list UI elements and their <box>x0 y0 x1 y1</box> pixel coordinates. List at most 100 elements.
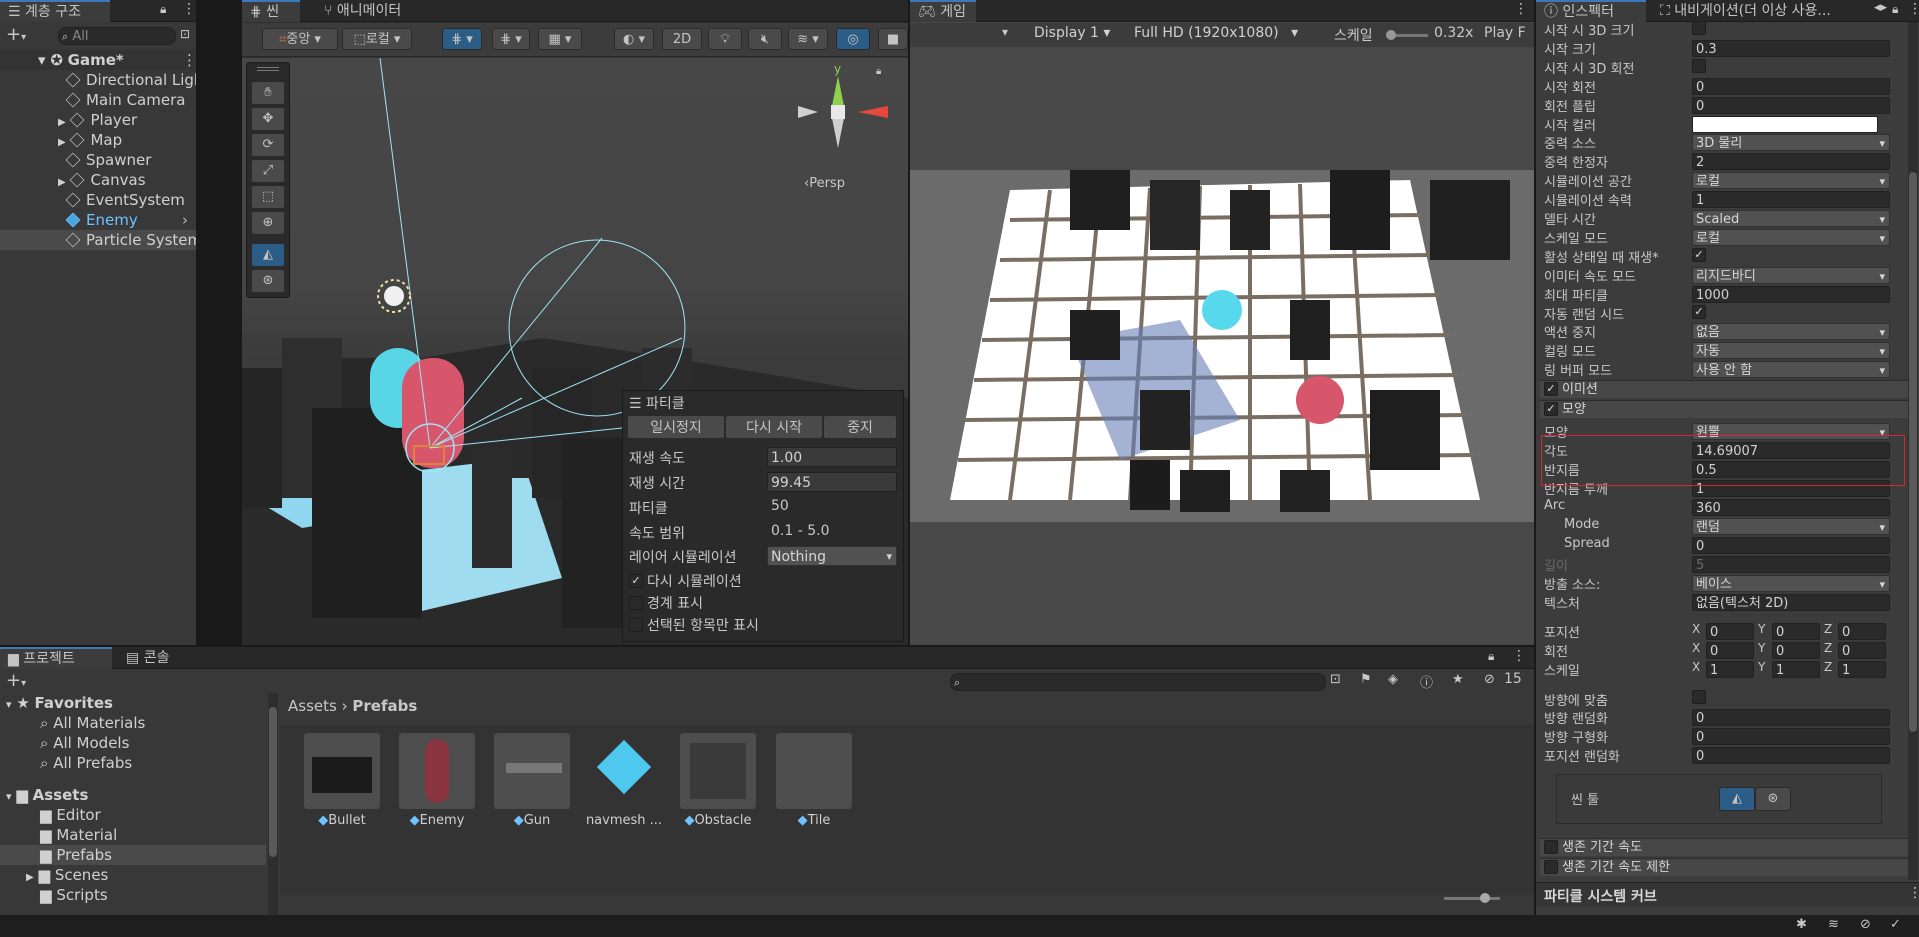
star-icon[interactable]: ★ <box>1452 672 1464 687</box>
drag-handle-icon[interactable]: ☰ <box>629 396 642 412</box>
tab-game[interactable]: 🎮︎ 게임 <box>910 0 976 22</box>
bug-icon[interactable]: ✱ <box>1796 917 1807 932</box>
inspector-row-value-5[interactable] <box>1692 115 1878 133</box>
inspector-row-value-1[interactable]: 0.3 <box>1692 39 1890 57</box>
shape-section-header[interactable]: ✓ 모양 <box>1540 400 1911 418</box>
transform-1-x-field[interactable]: 0 <box>1706 642 1754 659</box>
move-tool-button[interactable]: ✥ <box>251 107 285 131</box>
rotate-tool-button[interactable]: ⟳ <box>251 133 285 157</box>
scrollbar-thumb[interactable] <box>1909 172 1917 732</box>
playback-speed-value[interactable]: 1.00 <box>767 447 897 467</box>
edit-transform-button[interactable]: ⊛ <box>1755 787 1791 811</box>
inspector-row-value-0[interactable] <box>1692 21 1706 35</box>
transform-0-z-field[interactable]: 0 <box>1838 623 1886 640</box>
hierarchy-item-spawner[interactable]: Spawner <box>0 150 196 170</box>
breadcrumb-prefabs[interactable]: Prefabs <box>352 697 417 715</box>
inspector-scrollbar[interactable] <box>1908 22 1918 880</box>
search-by-type-icon[interactable]: ⊡ <box>1330 672 1341 687</box>
assets-header[interactable]: ▾ ▆ Assets <box>6 785 88 805</box>
shading-mode-button[interactable]: ◐ ▾ <box>614 28 654 50</box>
favorites-header[interactable]: ▾ ★ Favorites <box>6 693 113 713</box>
folder-prefabs[interactable]: ▆ Prefabs <box>0 845 266 865</box>
orientation-gizmo[interactable]: y x 🔒︎ <box>798 62 888 168</box>
space-dropdown[interactable]: ⬚로컬 ▾ <box>342 28 412 50</box>
add-icon[interactable]: +▾ <box>6 670 26 691</box>
velocity-over-lifetime-header[interactable]: 생존 기간 속도 <box>1540 838 1911 856</box>
inspector-row-value-18[interactable]: 사용 안 함 <box>1692 361 1890 379</box>
emission-section-header[interactable]: ✓ 이미션 <box>1540 380 1911 398</box>
asset-bullet[interactable]: ◆Bullet <box>302 733 382 828</box>
transform-1-y-field[interactable]: 0 <box>1772 642 1820 659</box>
scale-slider[interactable] <box>1386 30 1428 40</box>
asset-tile[interactable]: ◆Tile <box>774 733 854 828</box>
inspector-row-value-9[interactable]: 1 <box>1692 191 1890 209</box>
favorite-all-materials[interactable]: ⌕ All Materials <box>40 713 145 733</box>
effects-toggle-button[interactable]: ≋ ▾ <box>788 28 828 50</box>
transform-2-y-field[interactable]: 1 <box>1772 661 1820 678</box>
edit-shape-button[interactable]: ◭ <box>1719 787 1755 811</box>
expand-arrow-icon[interactable]: ▾ <box>38 51 46 69</box>
inspector-row-value-15[interactable]: ✓ <box>1692 304 1706 319</box>
resimulate-checkbox[interactable]: ✓ <box>629 574 643 588</box>
hierarchy-item-enemy[interactable]: Enemy › <box>0 210 196 230</box>
shape-row-value-8[interactable]: 베이스 <box>1692 575 1890 592</box>
inspector-row-value-16[interactable]: 없음 <box>1692 323 1890 341</box>
tab-inspector[interactable]: ⓘ 인스펙터 <box>1536 0 1646 22</box>
shape-enable-checkbox[interactable]: ✓ <box>1544 402 1558 416</box>
play-focused-dropdown[interactable]: Play F <box>1484 25 1526 41</box>
stop-button[interactable]: 중지 <box>823 415 897 439</box>
lock-icon[interactable]: 🔒︎ <box>1892 2 1898 17</box>
inspector-row-value-12[interactable]: ✓ <box>1692 247 1706 262</box>
add-icon[interactable]: +▾ <box>6 24 26 45</box>
shape-row-value-5[interactable]: 랜덤 <box>1692 518 1890 535</box>
scrollbar-thumb[interactable] <box>269 707 277 857</box>
expand-arrow-icon[interactable]: ▾ <box>6 698 12 711</box>
favorite-all-models[interactable]: ⌕ All Models <box>40 733 129 753</box>
shape-row-value-7[interactable]: 5 <box>1692 556 1890 573</box>
pivot-dropdown[interactable]: ⌗중앙 ▾ <box>262 28 338 50</box>
randomize-field-2[interactable]: 0 <box>1692 747 1890 764</box>
transform-2-x-field[interactable]: 1 <box>1706 661 1754 678</box>
layer-simulation-dropdown[interactable]: Nothing <box>767 546 897 566</box>
inspector-row-value-14[interactable]: 1000 <box>1692 285 1890 303</box>
playback-time-value[interactable]: 99.45 <box>767 472 897 492</box>
randomize-field-0[interactable]: 0 <box>1692 709 1890 726</box>
asset-obstacle[interactable]: ◆Obstacle <box>678 733 758 828</box>
asset-enemy[interactable]: ◆Enemy <box>397 733 477 828</box>
emission-enable-checkbox[interactable]: ✓ <box>1544 382 1558 396</box>
hierarchy-search-input[interactable]: ⌕ All <box>58 27 176 45</box>
resolution-dropdown[interactable]: Full HD (1920x1080) ▾ <box>1134 25 1314 41</box>
tab-hierarchy[interactable]: ☰ 계층 구조 <box>0 0 110 22</box>
persp-label[interactable]: ‹Persp <box>804 176 845 191</box>
expand-arrow-icon[interactable]: ▶ <box>58 117 66 128</box>
hidden-objects-button[interactable]: ◎ <box>836 28 870 50</box>
lighting-toggle-button[interactable]: 💡︎ <box>708 28 742 50</box>
randomize-field-1[interactable]: 0 <box>1692 728 1890 745</box>
shape-row-value-9[interactable]: 없음(텍스처 2D) <box>1692 594 1890 611</box>
hierarchy-item-directional-light[interactable]: Directional Light <box>0 70 196 90</box>
restart-button[interactable]: 다시 시작 <box>725 415 823 439</box>
inspector-row-value-2[interactable] <box>1692 58 1706 73</box>
grid-visibility-button[interactable]: ▦ ▾ <box>538 28 582 50</box>
transform-0-x-field[interactable]: 0 <box>1706 623 1754 640</box>
curves-bar[interactable]: 파티클 시스템 커브 ⋮ <box>1536 882 1919 906</box>
custom-tool-button[interactable]: ⊛ <box>251 269 285 293</box>
project-search-input[interactable]: ⌕ <box>950 673 1326 691</box>
cache-icon[interactable]: ⊘ <box>1860 917 1871 932</box>
game-dropdown-arrow-icon[interactable]: ▾ <box>1002 25 1008 39</box>
chevron-right-icon[interactable]: › <box>182 210 188 230</box>
gizmos-button[interactable]: ■ <box>878 28 908 50</box>
stack-icon[interactable]: ≋ <box>1828 917 1839 932</box>
inspector-row-value-6[interactable]: 3D 물리 <box>1692 134 1890 152</box>
more-icon[interactable]: ⋮ <box>1514 1 1528 17</box>
inspector-row-value-3[interactable]: 0 <box>1692 77 1890 95</box>
inspector-row-value-4[interactable]: 0 <box>1692 96 1890 114</box>
slider-thumb[interactable] <box>1480 893 1490 903</box>
show-selected-only-checkbox[interactable] <box>629 618 643 632</box>
transform-2-z-field[interactable]: 1 <box>1838 661 1886 678</box>
search-filter-icon[interactable]: ⊡ <box>180 27 190 41</box>
expand-arrow-icon[interactable]: ▶ <box>58 137 66 148</box>
folder-scripts[interactable]: ▆ Scripts <box>40 885 108 905</box>
particle-tool-button[interactable]: ◭ <box>251 243 285 267</box>
inspector-row-value-17[interactable]: 자동 <box>1692 342 1890 360</box>
